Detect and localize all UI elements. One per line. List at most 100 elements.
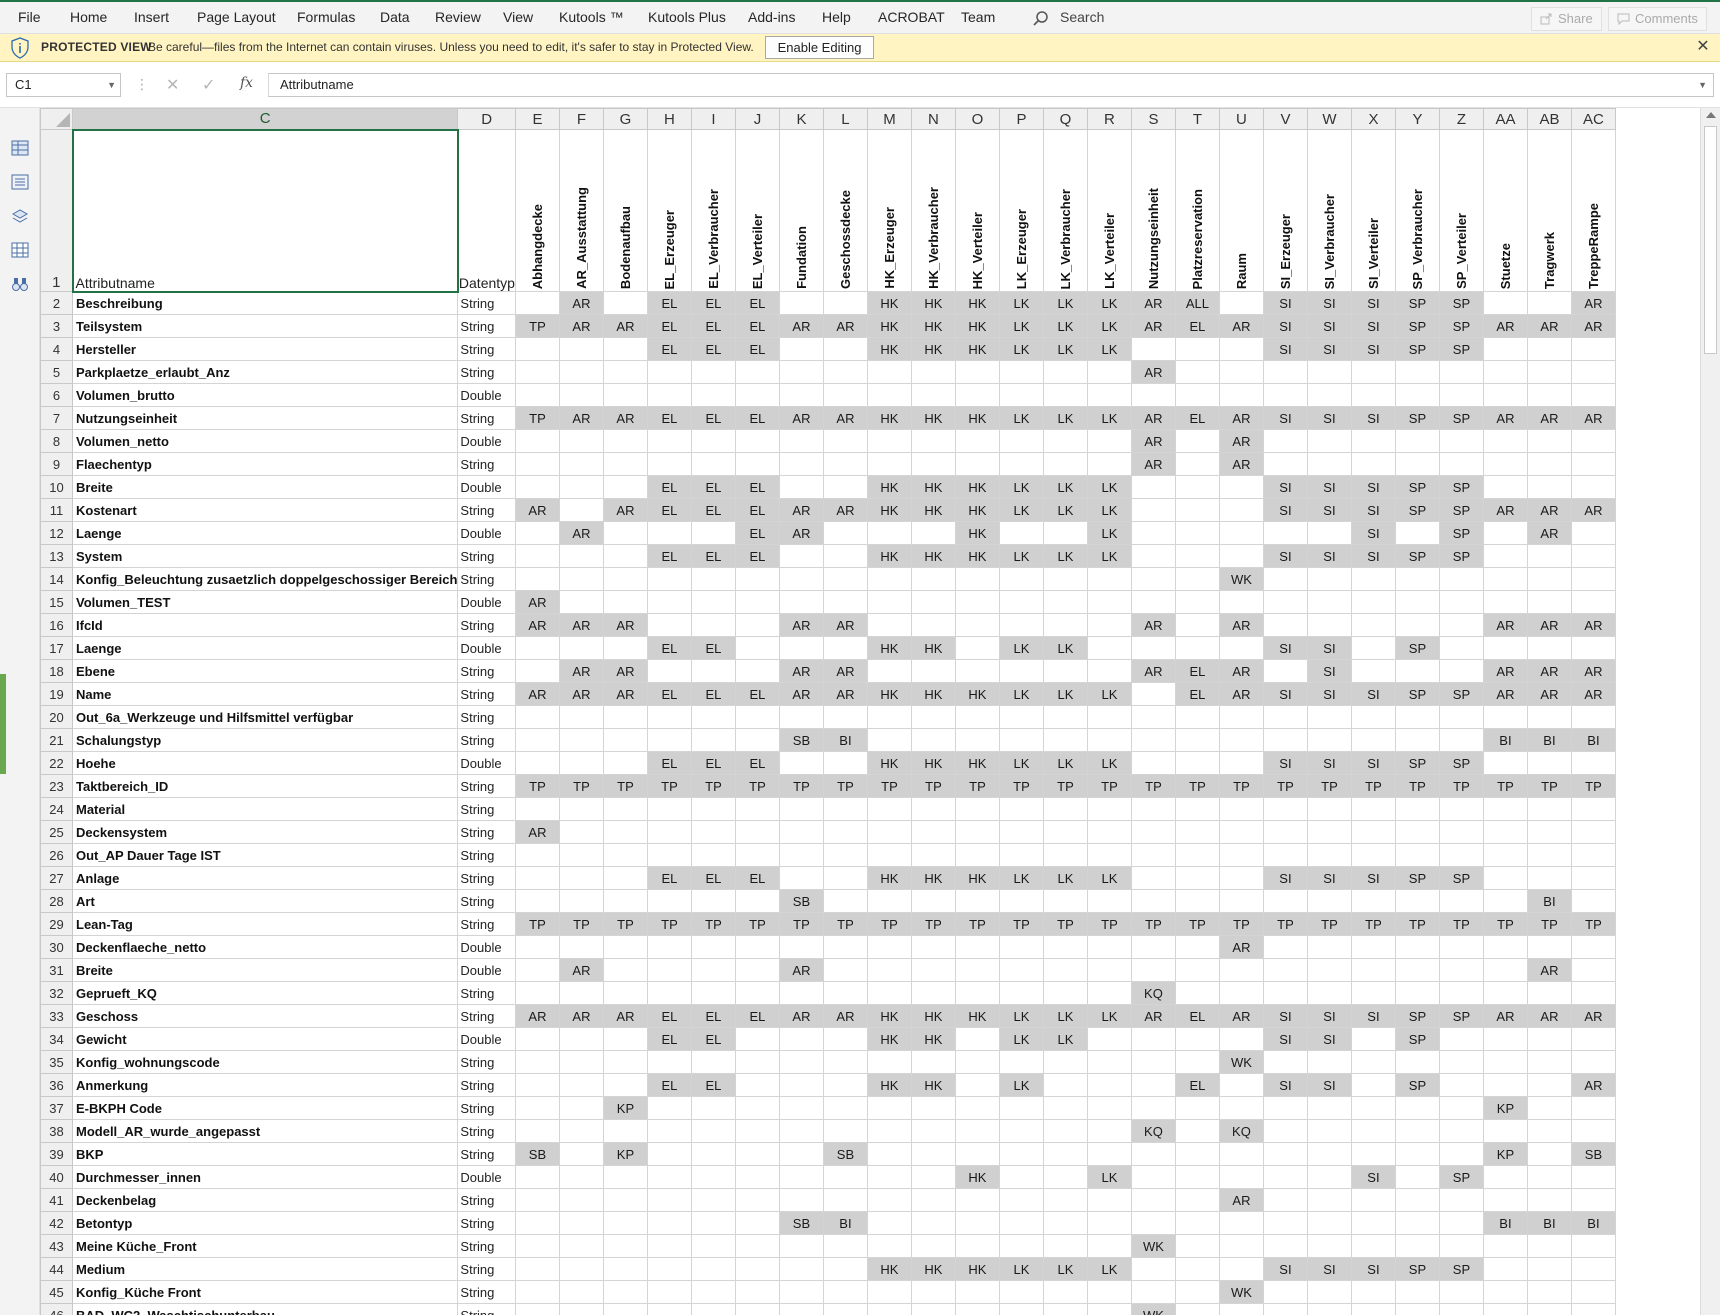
grid-cell[interactable]: SP <box>1394 1073 1440 1097</box>
grid-cell[interactable]: SP <box>1438 1004 1484 1028</box>
grid-cell[interactable]: SI <box>1306 659 1352 683</box>
attribute-name-cell[interactable]: BAD_WC2_Waschtischunterbau <box>71 1303 459 1315</box>
grid-cell[interactable]: AR <box>822 498 868 522</box>
grid-cell[interactable] <box>690 1142 736 1166</box>
grid-cell[interactable] <box>910 935 956 959</box>
grid-cell[interactable]: HK <box>910 337 956 361</box>
grid-cell[interactable] <box>558 1050 604 1074</box>
grid-cell[interactable] <box>1570 797 1616 821</box>
datatype-cell[interactable]: String <box>457 728 516 752</box>
grid-cell[interactable] <box>1394 935 1440 959</box>
grid-cell[interactable]: HK <box>866 866 912 890</box>
menu-review[interactable]: Review <box>435 9 481 25</box>
grid-cell[interactable] <box>1218 1234 1264 1258</box>
category-header-cell[interactable]: TreppeRampe <box>1570 129 1616 292</box>
grid-cell[interactable]: EL <box>646 406 692 430</box>
grid-cell[interactable] <box>1526 1257 1572 1281</box>
grid-cell[interactable]: EL <box>1174 659 1220 683</box>
layers-icon[interactable] <box>11 208 29 224</box>
row-header[interactable]: 44 <box>40 1257 73 1281</box>
grid-cell[interactable] <box>558 820 604 844</box>
grid-cell[interactable] <box>778 1050 824 1074</box>
grid-cell[interactable]: HK <box>954 682 1000 706</box>
grid-cell[interactable] <box>1526 705 1572 729</box>
grid-cell[interactable] <box>778 1188 824 1212</box>
grid-cell[interactable]: EL <box>646 314 692 338</box>
grid-cell[interactable] <box>1262 705 1308 729</box>
grid-cell[interactable] <box>1174 1280 1220 1304</box>
grid-cell[interactable] <box>646 1119 692 1143</box>
grid-cell[interactable]: AR <box>1482 314 1528 338</box>
grid-cell[interactable] <box>778 797 824 821</box>
grid-cell[interactable]: SI <box>1262 682 1308 706</box>
grid-cell[interactable]: LK <box>998 751 1044 775</box>
grid-cell[interactable] <box>1482 1234 1528 1258</box>
grid-cell[interactable] <box>954 981 1000 1005</box>
grid-cell[interactable] <box>778 452 824 476</box>
grid-cell[interactable] <box>1306 889 1352 913</box>
grid-cell[interactable] <box>734 1096 780 1120</box>
grid-cell[interactable] <box>1174 521 1220 545</box>
grid-cell[interactable] <box>778 751 824 775</box>
grid-cell[interactable] <box>602 567 648 591</box>
grid-cell[interactable] <box>646 1211 692 1235</box>
grid-cell[interactable] <box>1394 705 1440 729</box>
datatype-cell[interactable]: String <box>457 774 516 798</box>
grid-cell[interactable] <box>1262 360 1308 384</box>
grid-cell[interactable] <box>1174 751 1220 775</box>
category-header-cell[interactable]: LK_Verteiler <box>1086 129 1132 292</box>
attribute-name-cell[interactable]: Taktbereich_ID <box>71 774 459 798</box>
grid-cell[interactable] <box>1526 567 1572 591</box>
grid-cell[interactable]: TP <box>1350 912 1396 936</box>
grid-cell[interactable] <box>1526 636 1572 660</box>
grid-cell[interactable]: AR <box>1570 314 1616 338</box>
close-icon[interactable]: ✕ <box>1694 38 1712 56</box>
cancel-icon[interactable]: ✕ <box>166 75 179 95</box>
grid-cell[interactable] <box>690 429 736 453</box>
grid-cell[interactable]: LK <box>998 866 1044 890</box>
grid-cell[interactable]: SP <box>1394 866 1440 890</box>
grid-cell[interactable] <box>910 1234 956 1258</box>
grid-cell[interactable]: SB <box>514 1142 560 1166</box>
grid-cell[interactable] <box>1218 291 1264 315</box>
grid-cell[interactable] <box>910 1165 956 1189</box>
row-header[interactable]: 32 <box>40 981 73 1005</box>
grid-cell[interactable] <box>998 1303 1044 1315</box>
grid-cell[interactable] <box>734 1027 780 1051</box>
grid-cell[interactable] <box>910 613 956 637</box>
grid-cell[interactable] <box>1174 1096 1220 1120</box>
grid-cell[interactable] <box>1438 981 1484 1005</box>
grid-cell[interactable] <box>1174 843 1220 867</box>
grid-cell[interactable]: AR <box>822 613 868 637</box>
grid-cell[interactable] <box>910 521 956 545</box>
grid-cell[interactable] <box>1350 820 1396 844</box>
menu-formulas[interactable]: Formulas <box>297 9 355 25</box>
grid-cell[interactable] <box>866 452 912 476</box>
grid-cell[interactable]: EL <box>1174 1004 1220 1028</box>
grid-cell[interactable]: AR <box>778 521 824 545</box>
datatype-cell[interactable]: String <box>457 1050 516 1074</box>
grid-cell[interactable] <box>954 797 1000 821</box>
grid-cell[interactable]: AR <box>558 314 604 338</box>
grid-cell[interactable]: SI <box>1350 866 1396 890</box>
grid-cell[interactable]: SI <box>1262 1004 1308 1028</box>
datatype-cell[interactable]: String <box>457 797 516 821</box>
grid-cell[interactable] <box>1086 1050 1132 1074</box>
grid-cell[interactable] <box>1394 1234 1440 1258</box>
grid-cell[interactable] <box>910 452 956 476</box>
grid-cell[interactable]: TP <box>1174 912 1220 936</box>
row-header[interactable]: 33 <box>40 1004 73 1028</box>
grid-cell[interactable]: KQ <box>1130 1119 1176 1143</box>
grid-cell[interactable]: HK <box>910 544 956 568</box>
grid-cell[interactable] <box>646 429 692 453</box>
grid-cell[interactable] <box>1042 935 1088 959</box>
grid-cell[interactable] <box>910 820 956 844</box>
grid-cell[interactable] <box>1086 958 1132 982</box>
grid-cell[interactable] <box>954 935 1000 959</box>
grid-cell[interactable]: SB <box>778 1211 824 1235</box>
attribute-name-cell[interactable]: Meine Küche_Front <box>71 1234 459 1258</box>
grid-cell[interactable] <box>1042 1303 1088 1315</box>
grid-cell[interactable]: AR <box>1130 360 1176 384</box>
grid-cell[interactable] <box>602 889 648 913</box>
row-header[interactable]: 37 <box>40 1096 73 1120</box>
